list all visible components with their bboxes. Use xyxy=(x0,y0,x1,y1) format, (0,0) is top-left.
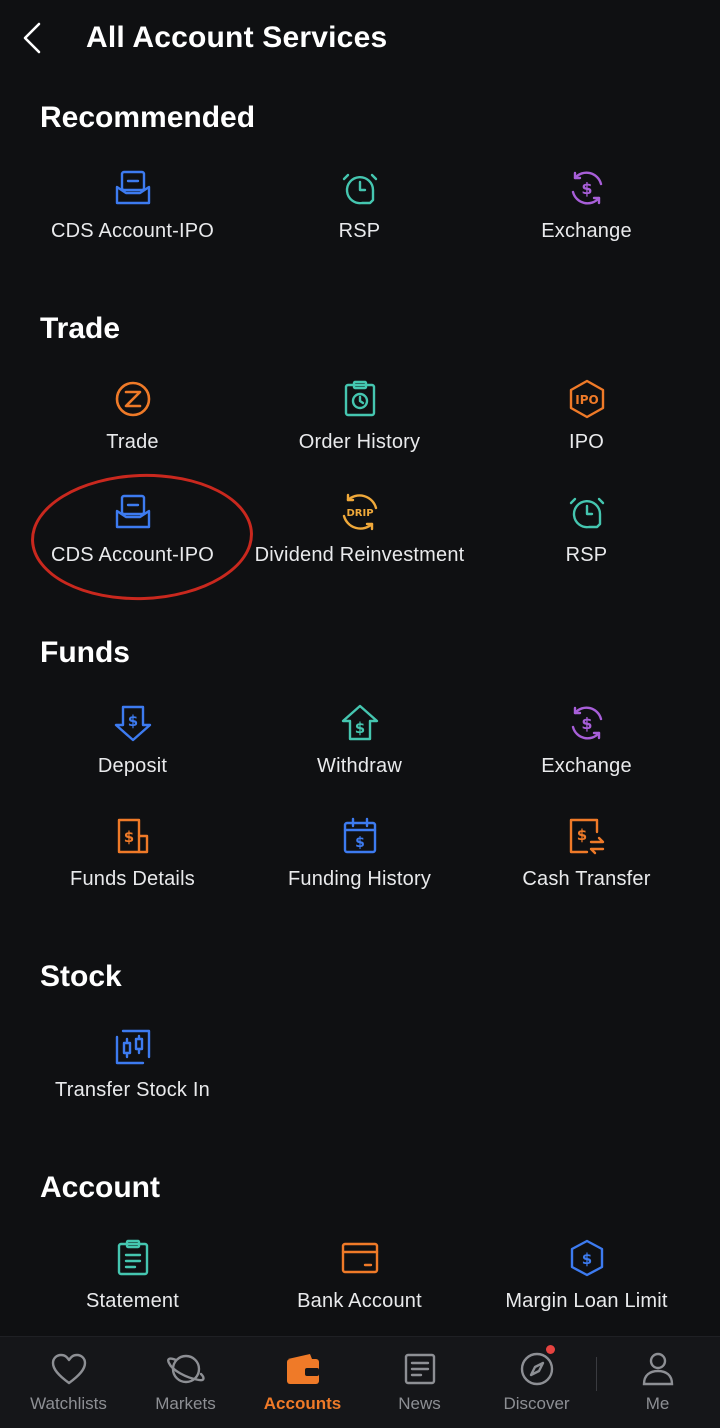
bank-card-icon xyxy=(338,1236,382,1280)
withdraw-icon: $ xyxy=(338,701,382,745)
tile-label: Transfer Stock In xyxy=(55,1079,210,1101)
section-title-stock: Stock xyxy=(40,960,122,993)
svg-text:$: $ xyxy=(576,826,586,844)
alarm-clock-icon xyxy=(338,166,382,210)
statement-icon xyxy=(111,1236,155,1280)
nav-watchlists[interactable]: Watchlists xyxy=(10,1345,127,1421)
service-transfer-stock-in[interactable]: Transfer Stock In xyxy=(19,1025,246,1125)
nav-label: Watchlists xyxy=(30,1394,107,1413)
service-funding-history[interactable]: $ Funding History xyxy=(246,814,473,914)
nav-label: Discover xyxy=(503,1394,570,1413)
back-button[interactable] xyxy=(12,14,52,62)
cash-transfer-icon: $ xyxy=(565,814,609,858)
nav-label: News xyxy=(398,1394,441,1413)
transfer-stock-icon xyxy=(111,1025,155,1069)
header: All Account Services xyxy=(0,0,720,76)
service-order-history[interactable]: Order History xyxy=(246,377,473,477)
margin-shield-icon: $ xyxy=(565,1236,609,1280)
compass-icon xyxy=(517,1345,557,1389)
tile-label: Funding History xyxy=(287,868,432,890)
cds-account-icon xyxy=(111,490,155,534)
trade-icon xyxy=(111,377,155,421)
nav-me[interactable]: Me xyxy=(599,1345,716,1421)
tile-label: Withdraw xyxy=(317,755,402,777)
svg-text:$: $ xyxy=(127,712,137,730)
page-title: All Account Services xyxy=(86,21,388,54)
tile-label: Exchange xyxy=(541,220,632,242)
service-cds-account-ipo[interactable]: CDS Account-IPO xyxy=(19,166,246,266)
service-margin-loan-limit[interactable]: $ Margin Loan Limit xyxy=(473,1236,700,1336)
notification-dot xyxy=(545,1345,555,1354)
tile-label: IPO xyxy=(568,431,605,453)
tile-label: Deposit xyxy=(97,755,168,777)
nav-divider xyxy=(596,1357,597,1391)
svg-text:$: $ xyxy=(355,835,365,851)
tile-label: RSP xyxy=(338,220,381,242)
tile-label: Statement xyxy=(86,1290,179,1312)
service-rsp[interactable]: RSP xyxy=(246,166,473,266)
order-history-icon xyxy=(338,377,382,421)
svg-text:DRIP: DRIP xyxy=(346,508,373,519)
section-title-trade: Trade xyxy=(40,312,121,345)
service-bank-account[interactable]: Bank Account xyxy=(246,1236,473,1336)
svg-text:$: $ xyxy=(354,719,364,737)
tile-label: CDS Account-IPO xyxy=(50,544,215,566)
nav-accounts[interactable]: Accounts xyxy=(244,1345,361,1421)
nav-news[interactable]: News xyxy=(361,1345,478,1421)
tile-label: Funds Details xyxy=(70,868,195,890)
section-title-funds: Funds xyxy=(40,636,130,669)
svg-text:IPO: IPO xyxy=(575,393,598,407)
tile-label: Cash Transfer xyxy=(522,868,651,890)
tile-label: Order History xyxy=(298,431,421,453)
tile-label: Margin Loan Limit xyxy=(505,1290,668,1312)
section-title-recommended: Recommended xyxy=(40,101,256,134)
svg-text:$: $ xyxy=(123,828,133,846)
person-icon xyxy=(638,1349,678,1389)
funding-history-icon: $ xyxy=(338,814,382,858)
deposit-icon: $ xyxy=(111,701,155,745)
alarm-clock-icon xyxy=(565,490,609,534)
tile-label: CDS Account-IPO xyxy=(50,220,215,242)
svg-text:$: $ xyxy=(581,1250,591,1268)
svg-text:$: $ xyxy=(581,179,592,198)
nav-discover[interactable]: Discover xyxy=(478,1345,595,1421)
nav-label: Markets xyxy=(155,1394,216,1413)
ipo-icon: IPO xyxy=(565,377,609,421)
drip-icon: DRIP xyxy=(338,490,382,534)
nav-label: Accounts xyxy=(263,1394,342,1413)
service-trade[interactable]: Trade xyxy=(19,377,246,477)
service-exchange-funds[interactable]: $ Exchange xyxy=(473,701,700,801)
service-exchange[interactable]: $ Exchange xyxy=(473,166,700,266)
chevron-left-icon xyxy=(23,22,41,54)
service-cash-transfer[interactable]: $ Cash Transfer xyxy=(473,814,700,914)
all-account-services-page: All Account Services Recommended CDS Acc… xyxy=(0,0,720,1428)
nav-markets[interactable]: Markets xyxy=(127,1345,244,1421)
service-deposit[interactable]: $ Deposit xyxy=(19,701,246,801)
service-rsp-trade[interactable]: RSP xyxy=(473,490,700,590)
news-icon xyxy=(400,1349,440,1389)
service-ipo[interactable]: IPO IPO xyxy=(473,377,700,477)
service-statement[interactable]: Statement xyxy=(19,1236,246,1336)
svg-text:$: $ xyxy=(581,714,592,733)
nav-label: Me xyxy=(645,1394,670,1413)
tile-label: Dividend Reinvestment xyxy=(254,544,465,566)
service-dividend-reinvestment[interactable]: DRIP Dividend Reinvestment xyxy=(246,490,473,590)
section-title-account: Account xyxy=(40,1171,160,1204)
service-withdraw[interactable]: $ Withdraw xyxy=(246,701,473,801)
service-cds-account-ipo-trade[interactable]: CDS Account-IPO xyxy=(19,490,246,590)
tile-label: Bank Account xyxy=(297,1290,422,1312)
planet-icon xyxy=(166,1349,206,1389)
currency-exchange-icon: $ xyxy=(565,166,609,210)
cds-account-icon xyxy=(111,166,155,210)
tile-label: RSP xyxy=(565,544,608,566)
funds-details-icon: $ xyxy=(111,814,155,858)
service-funds-details[interactable]: $ Funds Details xyxy=(19,814,246,914)
tile-label: Exchange xyxy=(541,755,632,777)
wallet-icon xyxy=(283,1349,323,1389)
currency-exchange-icon: $ xyxy=(565,701,609,745)
heart-icon xyxy=(49,1349,89,1389)
bottom-nav: Watchlists Markets Accounts News Discove… xyxy=(0,1336,720,1428)
tile-label: Trade xyxy=(106,431,159,453)
